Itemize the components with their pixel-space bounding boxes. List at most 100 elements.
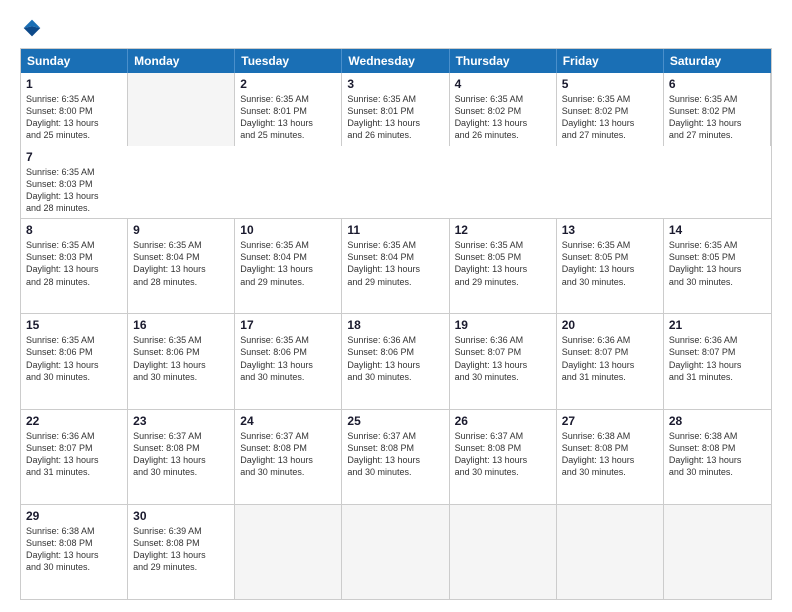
day-number: 7 [26,150,123,164]
cell-info: Sunrise: 6:38 AMSunset: 8:08 PMDaylight:… [669,431,742,477]
calendar-cell [450,505,557,599]
calendar-cell [128,73,235,146]
cell-info: Sunrise: 6:35 AMSunset: 8:04 PMDaylight:… [240,240,313,286]
cell-info: Sunrise: 6:35 AMSunset: 8:06 PMDaylight:… [26,335,99,381]
cell-info: Sunrise: 6:37 AMSunset: 8:08 PMDaylight:… [347,431,420,477]
cell-info: Sunrise: 6:35 AMSunset: 8:06 PMDaylight:… [240,335,313,381]
calendar-cell: 22 Sunrise: 6:36 AMSunset: 8:07 PMDayligh… [21,410,128,504]
calendar-cell: 23Sunrise: 6:37 AMSunset: 8:08 PMDayligh… [128,410,235,504]
day-number: 16 [133,318,229,332]
cell-info: Sunrise: 6:35 AMSunset: 8:05 PMDaylight:… [455,240,528,286]
logo-icon [22,18,42,38]
calendar-cell: 21 Sunrise: 6:36 AMSunset: 8:07 PMDayligh… [664,314,771,408]
calendar-cell: 28 Sunrise: 6:38 AMSunset: 8:08 PMDayligh… [664,410,771,504]
cell-info: Sunrise: 6:35 AMSunset: 8:04 PMDaylight:… [347,240,420,286]
calendar-cell: 30 Sunrise: 6:39 AMSunset: 8:08 PMDayligh… [128,505,235,599]
calendar-cell: 24Sunrise: 6:37 AMSunset: 8:08 PMDayligh… [235,410,342,504]
calendar-row: 8 Sunrise: 6:35 AMSunset: 8:03 PMDaylight… [21,218,771,313]
header-day-monday: Monday [128,49,235,73]
calendar-cell [235,505,342,599]
day-number: 10 [240,223,336,237]
day-number: 19 [455,318,551,332]
calendar-cell: 17 Sunrise: 6:35 AMSunset: 8:06 PMDayligh… [235,314,342,408]
calendar-cell: 4Sunrise: 6:35 AMSunset: 8:02 PMDaylight… [450,73,557,146]
calendar-cell: 3 Sunrise: 6:35 AMSunset: 8:01 PMDaylight… [342,73,449,146]
cell-info: Sunrise: 6:35 AMSunset: 8:00 PMDaylight:… [26,94,99,140]
calendar-row: 15 Sunrise: 6:35 AMSunset: 8:06 PMDayligh… [21,313,771,408]
header-day-friday: Friday [557,49,664,73]
day-number: 6 [669,77,765,91]
day-number: 14 [669,223,766,237]
calendar-body: 1 Sunrise: 6:35 AMSunset: 8:00 PMDaylight… [21,73,771,599]
cell-info: Sunrise: 6:39 AMSunset: 8:08 PMDaylight:… [133,526,206,572]
calendar-cell: 10 Sunrise: 6:35 AMSunset: 8:04 PMDayligh… [235,219,342,313]
cell-info: Sunrise: 6:36 AMSunset: 8:06 PMDaylight:… [347,335,420,381]
logo [20,18,42,38]
day-number: 11 [347,223,443,237]
day-number: 20 [562,318,658,332]
cell-info: Sunrise: 6:38 AMSunset: 8:08 PMDaylight:… [562,431,635,477]
calendar-page: SundayMondayTuesdayWednesdayThursdayFrid… [0,0,792,612]
cell-info: Sunrise: 6:36 AMSunset: 8:07 PMDaylight:… [26,431,99,477]
cell-info: Sunrise: 6:35 AMSunset: 8:02 PMDaylight:… [669,94,742,140]
day-number: 3 [347,77,443,91]
calendar-cell [664,505,771,599]
cell-info: Sunrise: 6:35 AMSunset: 8:02 PMDaylight:… [562,94,635,140]
cell-info: Sunrise: 6:35 AMSunset: 8:01 PMDaylight:… [347,94,420,140]
calendar-cell: 29 Sunrise: 6:38 AMSunset: 8:08 PMDayligh… [21,505,128,599]
header-day-wednesday: Wednesday [342,49,449,73]
calendar-cell: 11 Sunrise: 6:35 AMSunset: 8:04 PMDayligh… [342,219,449,313]
cell-info: Sunrise: 6:35 AMSunset: 8:06 PMDaylight:… [133,335,206,381]
cell-info: Sunrise: 6:36 AMSunset: 8:07 PMDaylight:… [562,335,635,381]
calendar-cell: 1 Sunrise: 6:35 AMSunset: 8:00 PMDaylight… [21,73,128,146]
day-number: 9 [133,223,229,237]
header [20,18,772,38]
day-number: 1 [26,77,122,91]
calendar-cell: 12 Sunrise: 6:35 AMSunset: 8:05 PMDayligh… [450,219,557,313]
day-number: 21 [669,318,766,332]
header-day-tuesday: Tuesday [235,49,342,73]
cell-info: Sunrise: 6:36 AMSunset: 8:07 PMDaylight:… [455,335,528,381]
calendar-cell: 18 Sunrise: 6:36 AMSunset: 8:06 PMDayligh… [342,314,449,408]
cell-info: Sunrise: 6:35 AMSunset: 8:03 PMDaylight:… [26,167,99,213]
cell-info: Sunrise: 6:36 AMSunset: 8:07 PMDaylight:… [669,335,742,381]
day-number: 29 [26,509,122,523]
header-day-thursday: Thursday [450,49,557,73]
calendar-row: 22 Sunrise: 6:36 AMSunset: 8:07 PMDayligh… [21,409,771,504]
calendar-cell: 9 Sunrise: 6:35 AMSunset: 8:04 PMDaylight… [128,219,235,313]
calendar-cell: 2Sunrise: 6:35 AMSunset: 8:01 PMDaylight… [235,73,342,146]
day-number: 15 [26,318,122,332]
cell-info: Sunrise: 6:35 AMSunset: 8:05 PMDaylight:… [562,240,635,286]
calendar-row: 1 Sunrise: 6:35 AMSunset: 8:00 PMDaylight… [21,73,771,218]
cell-info: Sunrise: 6:37 AMSunset: 8:08 PMDaylight:… [133,431,206,477]
day-number: 22 [26,414,122,428]
day-number: 28 [669,414,766,428]
day-number: 8 [26,223,122,237]
day-number: 2 [240,77,336,91]
cell-info: Sunrise: 6:35 AMSunset: 8:03 PMDaylight:… [26,240,99,286]
cell-info: Sunrise: 6:37 AMSunset: 8:08 PMDaylight:… [455,431,528,477]
calendar-header: SundayMondayTuesdayWednesdayThursdayFrid… [21,49,771,73]
day-number: 13 [562,223,658,237]
day-number: 17 [240,318,336,332]
cell-info: Sunrise: 6:38 AMSunset: 8:08 PMDaylight:… [26,526,99,572]
calendar-cell: 8 Sunrise: 6:35 AMSunset: 8:03 PMDaylight… [21,219,128,313]
header-day-saturday: Saturday [664,49,771,73]
calendar-row: 29 Sunrise: 6:38 AMSunset: 8:08 PMDayligh… [21,504,771,599]
cell-info: Sunrise: 6:35 AMSunset: 8:04 PMDaylight:… [133,240,206,286]
calendar-cell: 26Sunrise: 6:37 AMSunset: 8:08 PMDayligh… [450,410,557,504]
calendar-cell: 25 Sunrise: 6:37 AMSunset: 8:08 PMDayligh… [342,410,449,504]
calendar-cell: 13 Sunrise: 6:35 AMSunset: 8:05 PMDayligh… [557,219,664,313]
calendar-cell: 20 Sunrise: 6:36 AMSunset: 8:07 PMDayligh… [557,314,664,408]
calendar-cell: 6 Sunrise: 6:35 AMSunset: 8:02 PMDaylight… [664,73,771,146]
day-number: 18 [347,318,443,332]
day-number: 27 [562,414,658,428]
day-number: 24 [240,414,336,428]
day-number: 12 [455,223,551,237]
calendar-cell [557,505,664,599]
calendar-cell: 5Sunrise: 6:35 AMSunset: 8:02 PMDaylight… [557,73,664,146]
calendar-cell: 7 Sunrise: 6:35 AMSunset: 8:03 PMDaylight… [21,146,128,219]
day-number: 30 [133,509,229,523]
day-number: 25 [347,414,443,428]
calendar: SundayMondayTuesdayWednesdayThursdayFrid… [20,48,772,600]
